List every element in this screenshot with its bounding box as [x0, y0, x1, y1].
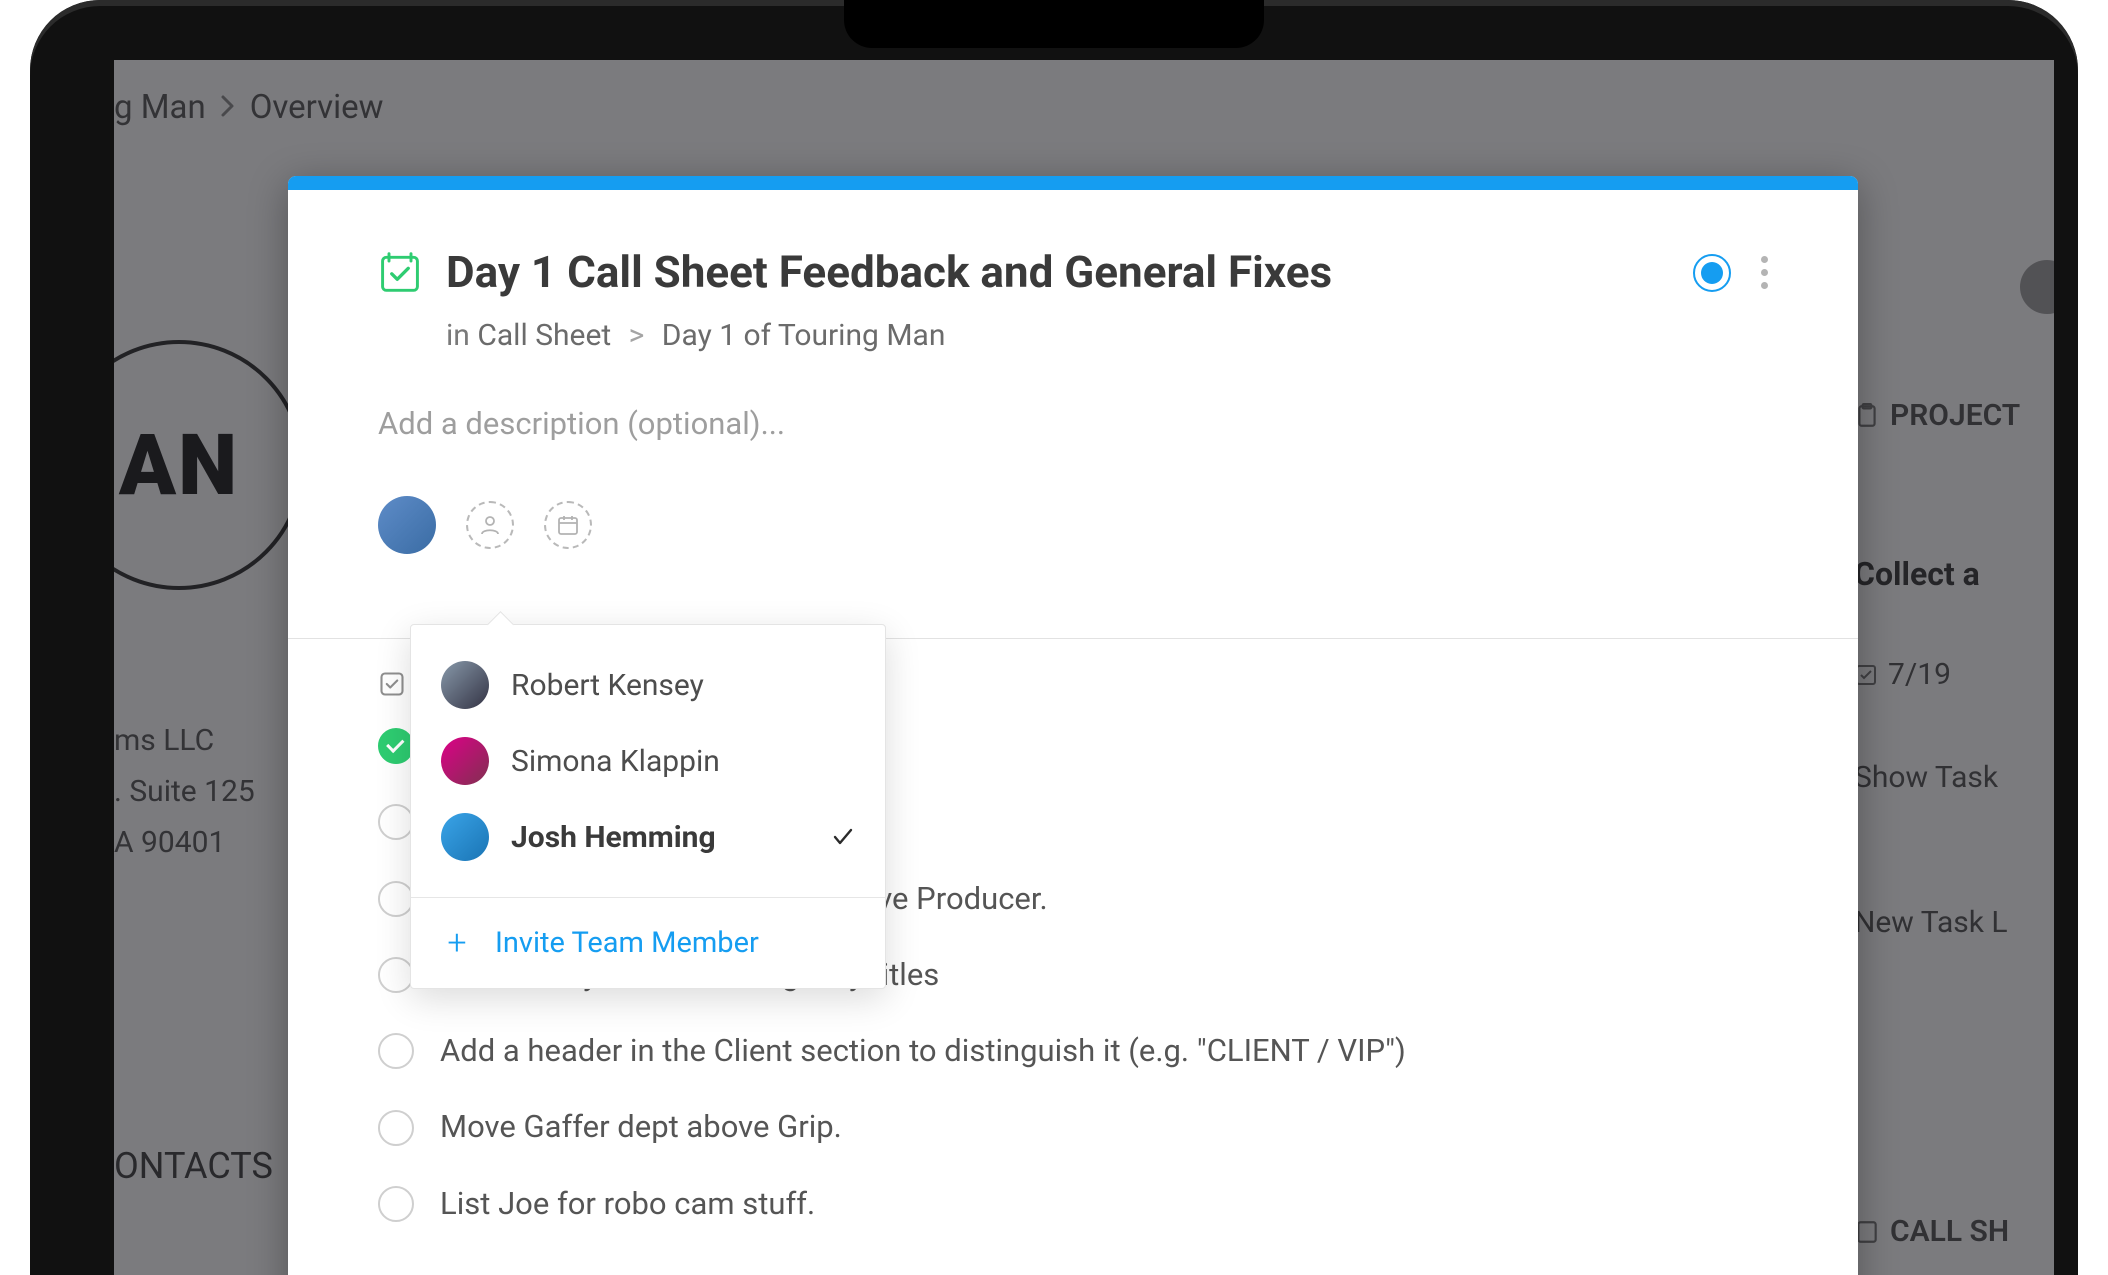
- member-row[interactable]: Robert Kensey: [441, 647, 855, 723]
- member-list: Robert Kensey Simona Klappin Josh Hemming: [411, 625, 885, 897]
- subtask-text: Move Gaffer dept above Grip.: [440, 1107, 842, 1147]
- invite-team-member-button[interactable]: + Invite Team Member: [411, 898, 885, 988]
- device-bezel: g Man Overview AN ms LLC . Suite 125 A 9…: [30, 0, 2078, 1275]
- description-input[interactable]: Add a description (optional)...: [378, 405, 1768, 442]
- member-avatar: [441, 813, 489, 861]
- member-avatar: [441, 737, 489, 785]
- breadcrumb-prefix: in: [446, 318, 470, 353]
- add-due-date-button[interactable]: [544, 501, 592, 549]
- subtask-checkbox[interactable]: [378, 1033, 414, 1069]
- subtask-row[interactable]: Add a header in the Client section to di…: [378, 1031, 1768, 1071]
- subtask-checkbox[interactable]: [378, 728, 414, 764]
- subtask-checkbox[interactable]: [378, 881, 414, 917]
- device-notch: [844, 0, 1264, 48]
- subtask-text: Add a header in the Client section to di…: [440, 1031, 1406, 1071]
- status-indicator[interactable]: [1693, 254, 1731, 292]
- subtask-checkbox[interactable]: [378, 1110, 414, 1146]
- subtask-text: List Joe for robo cam stuff.: [440, 1184, 815, 1224]
- member-name: Josh Hemming: [511, 820, 809, 855]
- app-screen: g Man Overview AN ms LLC . Suite 125 A 9…: [114, 60, 2054, 1275]
- modal-breadcrumb: in Call Sheet > Day 1 of Touring Man: [446, 318, 1768, 353]
- invite-label: Invite Team Member: [495, 926, 759, 960]
- subtask-checkbox[interactable]: [378, 804, 414, 840]
- person-icon: [478, 513, 502, 537]
- member-name: Simona Klappin: [511, 744, 855, 779]
- assignee-row: [378, 496, 1768, 554]
- assignee-popover: Robert KenseySimona KlappinJosh Hemming …: [410, 624, 886, 989]
- subtask-row[interactable]: Move Gaffer dept above Grip.: [378, 1107, 1768, 1147]
- task-modal: Day 1 Call Sheet Feedback and General Fi…: [288, 176, 1858, 1275]
- assignee-avatar[interactable]: [378, 496, 436, 554]
- subtasks-icon: [378, 670, 406, 698]
- modal-header: Day 1 Call Sheet Feedback and General Fi…: [378, 246, 1768, 298]
- member-row[interactable]: Josh Hemming: [441, 799, 855, 875]
- check-icon: [831, 825, 855, 849]
- breadcrumb-current-link[interactable]: Day 1 of Touring Man: [662, 318, 946, 353]
- breadcrumb-parent-link[interactable]: Call Sheet: [477, 318, 611, 353]
- member-name: Robert Kensey: [511, 668, 855, 703]
- add-assignee-button[interactable]: [466, 501, 514, 549]
- status-dot-icon: [1701, 262, 1723, 284]
- modal-title: Day 1 Call Sheet Feedback and General Fi…: [446, 246, 1332, 298]
- member-avatar: [441, 661, 489, 709]
- subtask-checkbox[interactable]: [378, 957, 414, 993]
- member-row[interactable]: Simona Klappin: [441, 723, 855, 799]
- plus-icon: +: [441, 926, 473, 960]
- calendar-check-icon: [378, 250, 422, 294]
- chevron-right-icon: >: [629, 318, 645, 353]
- modal-accent-bar: [288, 176, 1858, 190]
- subtask-row[interactable]: List Joe for robo cam stuff.: [378, 1184, 1768, 1224]
- calendar-icon: [556, 513, 580, 537]
- subtask-checkbox[interactable]: [378, 1186, 414, 1222]
- device-frame: g Man Overview AN ms LLC . Suite 125 A 9…: [0, 0, 2108, 1275]
- more-menu-button[interactable]: [1757, 252, 1772, 293]
